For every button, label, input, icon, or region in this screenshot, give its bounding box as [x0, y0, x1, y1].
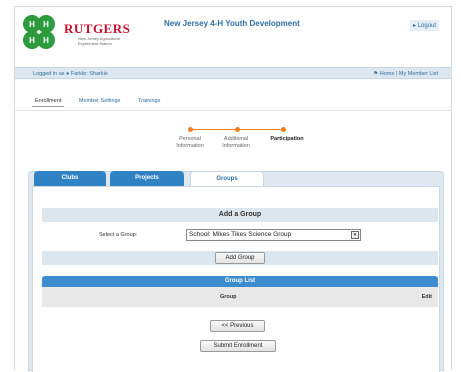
step-dot-personal: [188, 127, 193, 132]
app-title: New Jersey 4-H Youth Development: [164, 19, 300, 28]
select-group-label: Select a Group:: [99, 232, 138, 238]
group-list-heading: Group List: [42, 276, 438, 287]
step-participation-line1: Participation: [270, 136, 304, 142]
svg-text:H: H: [29, 36, 35, 45]
step-personal-line2: Information: [176, 143, 204, 149]
info-bar: Logged in as ● Farkle: Sharkie ⚑ Home | …: [15, 67, 452, 79]
add-group-button[interactable]: Add Group: [215, 252, 265, 264]
current-member: Farkle: Sharkie: [70, 71, 108, 77]
tab-projects[interactable]: Projects: [110, 171, 184, 186]
step-dot-additional: [235, 127, 240, 132]
previous-button[interactable]: << Previous: [210, 320, 265, 332]
add-group-heading: Add a Group: [42, 208, 438, 222]
logo: HH HH RUTGERS New Jersey Agricultural Ex…: [18, 12, 138, 58]
member-list-link[interactable]: My Member List: [399, 71, 438, 77]
svg-text:H: H: [43, 36, 49, 45]
user-icon: ●: [66, 71, 70, 77]
column-group: Group: [220, 294, 237, 300]
step-label-participation: Participation: [264, 136, 310, 143]
logged-in-status: Logged in as ● Farkle: Sharkie: [33, 71, 108, 77]
step-label-additional: Additional Information: [218, 136, 254, 150]
rutgers-subtitle: New Jersey Agricultural Experiment Stati…: [78, 36, 120, 46]
link-separator: |: [395, 71, 398, 77]
chevron-down-icon[interactable]: ▾: [351, 231, 359, 239]
tab-clubs[interactable]: Clubs: [34, 171, 106, 186]
step-additional-line1: Additional: [223, 136, 249, 142]
subnav-enrollment[interactable]: Enrollment: [32, 96, 65, 107]
logged-in-prefix: Logged in as: [33, 71, 65, 77]
four-h-clover-icon: HH HH: [23, 15, 55, 49]
svg-text:H: H: [43, 20, 49, 29]
logout-link[interactable]: ▸ Logout: [410, 20, 440, 31]
rutgers-wordmark: RUTGERS: [64, 21, 131, 36]
submit-enrollment-button[interactable]: Submit Enrollment: [200, 340, 276, 352]
step-personal-line1: Personal: [179, 136, 201, 142]
svg-text:H: H: [29, 20, 35, 29]
tab-groups[interactable]: Groups: [190, 171, 264, 187]
home-link[interactable]: Home: [380, 71, 395, 77]
step-additional-line2: Information: [222, 143, 250, 149]
enrollment-stepper: [180, 127, 290, 132]
step-dot-participation: [281, 127, 286, 132]
subnav-divider: [15, 110, 452, 111]
subnav-trainings[interactable]: Trainings: [135, 96, 163, 106]
column-edit: Edit: [421, 294, 432, 300]
subnav-member-settings[interactable]: Member Settings: [76, 96, 124, 106]
group-list-header-row: Group Edit: [42, 287, 438, 307]
step-label-personal: Personal Information: [172, 136, 208, 150]
group-select[interactable]: School: Mikes Tikes Science Group ▾: [186, 229, 361, 241]
home-icon: ⚑: [373, 71, 379, 77]
sub-navigation: Enrollment Member Settings Trainings: [32, 96, 173, 107]
info-links: ⚑ Home | My Member List: [373, 71, 438, 77]
group-select-value: School: Mikes Tikes Science Group: [189, 231, 292, 238]
